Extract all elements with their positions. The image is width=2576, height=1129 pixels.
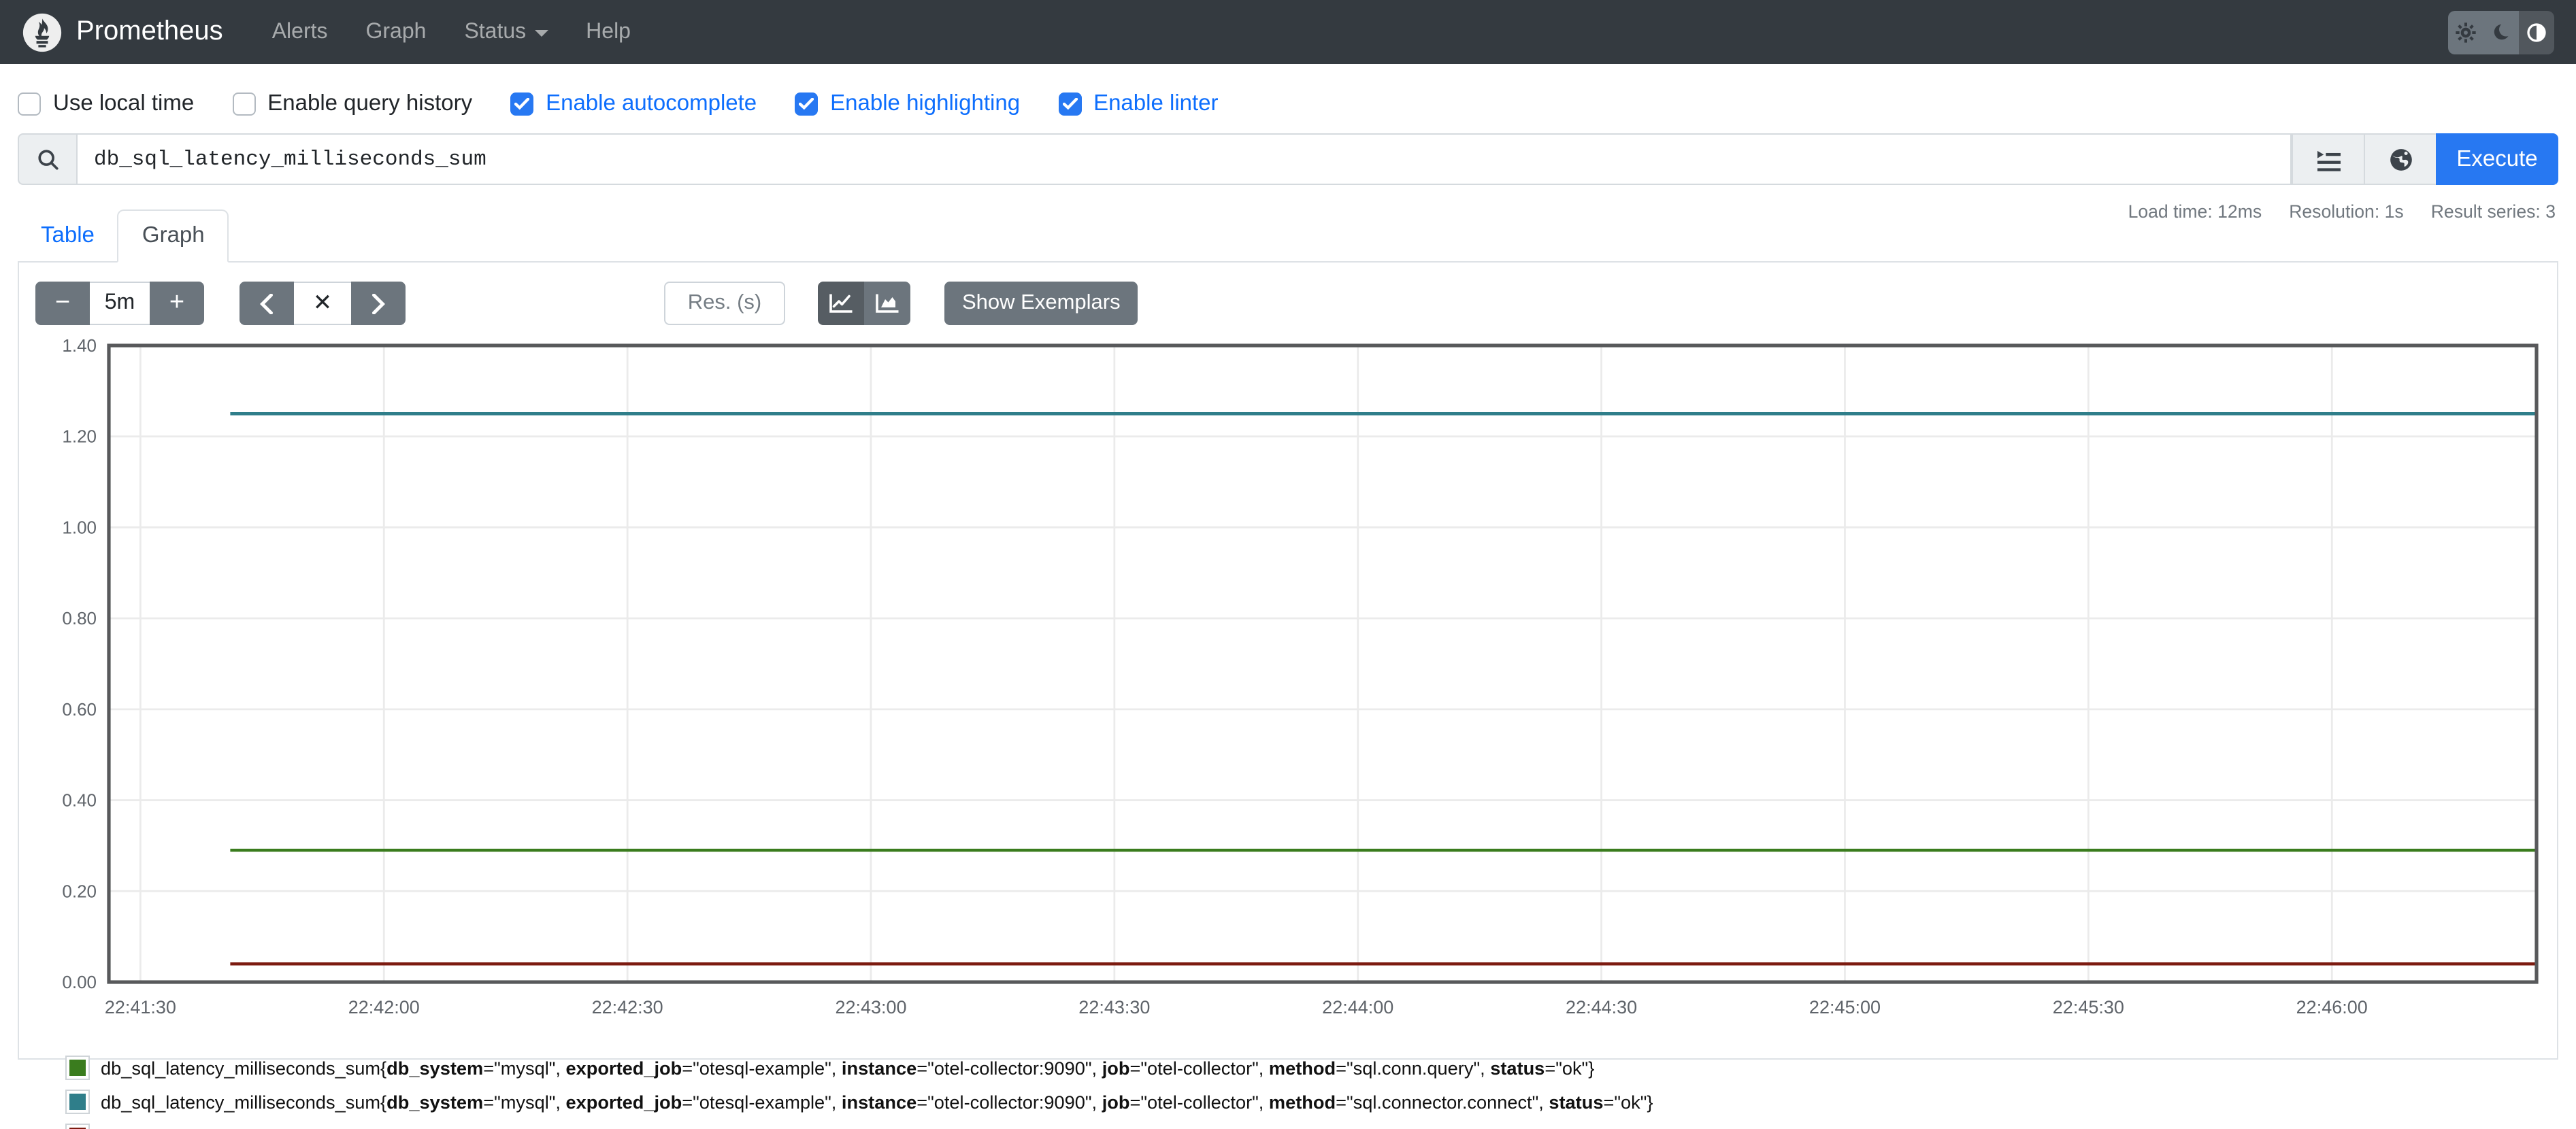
option-enable-linter[interactable]: Enable linter <box>1058 91 1218 117</box>
option-enable-query-history[interactable]: Enable query history <box>232 91 472 117</box>
svg-text:1.00: 1.00 <box>62 517 97 537</box>
chevron-down-icon <box>534 30 548 37</box>
svg-text:22:41:30: 22:41:30 <box>105 997 176 1017</box>
globe-button[interactable] <box>2364 133 2436 185</box>
chevron-right-icon <box>371 293 385 314</box>
prometheus-logo-icon <box>22 12 63 52</box>
checkbox[interactable] <box>795 92 818 116</box>
tab-table[interactable]: Table <box>18 211 118 261</box>
svg-text:22:42:00: 22:42:00 <box>348 997 420 1017</box>
svg-text:22:43:30: 22:43:30 <box>1078 997 1150 1017</box>
prometheus-app: Prometheus Alerts Graph Status Help <box>0 0 2576 1129</box>
svg-text:0.00: 0.00 <box>62 972 97 992</box>
moon-icon <box>2491 22 2511 42</box>
load-time: Load time: 12ms <box>2128 201 2262 222</box>
option-enable-highlighting[interactable]: Enable highlighting <box>795 91 1020 117</box>
range-input[interactable]: 5m <box>90 282 150 325</box>
time-shift-group: ✕ <box>240 282 406 325</box>
legend-swatch <box>65 1056 90 1080</box>
half-circle-icon <box>2526 21 2547 43</box>
legend-item[interactable]: db_sql_latency_milliseconds_sum{db_syste… <box>65 1090 2543 1114</box>
svg-text:0.20: 0.20 <box>62 881 97 901</box>
chevron-left-icon <box>260 293 274 314</box>
clear-time-button[interactable]: ✕ <box>294 282 351 325</box>
decrease-range-button[interactable]: − <box>35 282 90 325</box>
graph-panel: − 5m + ✕ Res. (s) <box>18 263 2558 1060</box>
checkbox[interactable] <box>232 92 255 116</box>
legend-swatch <box>65 1090 90 1114</box>
svg-text:1.40: 1.40 <box>62 339 97 356</box>
graph-controls: − 5m + ✕ Res. (s) <box>35 282 2543 325</box>
option-enable-autocomplete[interactable]: Enable autocomplete <box>510 91 757 117</box>
resolution-input[interactable]: Res. (s) <box>664 282 785 325</box>
metrics-explorer-icon <box>2315 148 2341 171</box>
time-series-chart[interactable]: 0.00 0.20 0.40 0.60 0.80 1.00 1.20 1.40 22:41:30… <box>33 339 2543 1035</box>
search-addon <box>18 133 76 185</box>
svg-text:22:45:00: 22:45:00 <box>1809 997 1881 1017</box>
shift-forward-button[interactable] <box>351 282 406 325</box>
chart-type-toggle <box>818 282 910 325</box>
auto-theme-button[interactable] <box>2519 10 2554 54</box>
svg-text:0.60: 0.60 <box>62 699 97 720</box>
legend-label: db_sql_latency_milliseconds_sum{db_syste… <box>101 1126 1542 1129</box>
sun-icon <box>2455 21 2477 43</box>
result-series: Result series: 3 <box>2431 201 2556 222</box>
stacked-chart-icon <box>875 292 899 314</box>
chart-area[interactable]: 0.00 0.20 0.40 0.60 0.80 1.00 1.20 1.40 22:41:30… <box>33 339 2543 1042</box>
legend-item[interactable]: db_sql_latency_milliseconds_sum{db_syste… <box>65 1056 2543 1080</box>
nav-item-help[interactable]: Help <box>567 9 650 55</box>
range-group: − 5m + <box>35 282 204 325</box>
query-bar: db_sql_latency_milliseconds_sum Execute <box>18 133 2558 185</box>
search-icon <box>36 148 59 171</box>
tab-graph[interactable]: Graph <box>118 209 229 263</box>
query-options-row: Use local time Enable query history Enab… <box>18 78 2558 133</box>
navbar: Prometheus Alerts Graph Status Help <box>0 0 2576 64</box>
stacked-chart-button[interactable] <box>864 282 910 325</box>
checkbox[interactable] <box>18 92 41 116</box>
legend-swatch <box>65 1124 90 1129</box>
line-chart-button[interactable] <box>818 282 864 325</box>
chart-legend: db_sql_latency_milliseconds_sum{db_syste… <box>65 1056 2543 1129</box>
svg-text:22:44:00: 22:44:00 <box>1322 997 1393 1017</box>
option-use-local-time[interactable]: Use local time <box>18 91 194 117</box>
show-exemplars-button[interactable]: Show Exemplars <box>944 282 1138 325</box>
svg-text:22:45:30: 22:45:30 <box>2053 997 2124 1017</box>
theme-toggle-group <box>2448 10 2554 54</box>
svg-text:22:43:00: 22:43:00 <box>835 997 906 1017</box>
checkbox[interactable] <box>510 92 533 116</box>
brand-label: Prometheus <box>76 16 223 48</box>
light-theme-button[interactable] <box>2448 10 2483 54</box>
svg-text:22:46:00: 22:46:00 <box>2296 997 2368 1017</box>
nav-item-alerts[interactable]: Alerts <box>253 9 347 55</box>
legend-label: db_sql_latency_milliseconds_sum{db_syste… <box>101 1092 1653 1112</box>
increase-range-button[interactable]: + <box>150 282 204 325</box>
line-chart-icon <box>829 292 853 314</box>
execute-button[interactable]: Execute <box>2436 133 2558 185</box>
nav-links: Alerts Graph Status Help <box>253 0 650 64</box>
svg-text:0.80: 0.80 <box>62 608 97 628</box>
nav-item-status[interactable]: Status <box>445 9 567 55</box>
tabs-row: Load time: 12ms Resolution: 1s Result se… <box>18 199 2558 263</box>
dark-theme-button[interactable] <box>2483 10 2519 54</box>
checkbox[interactable] <box>1058 92 1081 116</box>
svg-text:22:44:30: 22:44:30 <box>1566 997 1637 1017</box>
shift-back-button[interactable] <box>240 282 294 325</box>
svg-text:1.20: 1.20 <box>62 426 97 447</box>
query-expression-input[interactable]: db_sql_latency_milliseconds_sum <box>76 133 2292 185</box>
nav-item-graph[interactable]: Graph <box>347 9 446 55</box>
legend-label: db_sql_latency_milliseconds_sum{db_syste… <box>101 1058 1594 1078</box>
globe-icon <box>2388 146 2413 172</box>
query-stats: Load time: 12ms Resolution: 1s Result se… <box>2128 201 2556 222</box>
svg-text:0.40: 0.40 <box>62 790 97 811</box>
resolution: Resolution: 1s <box>2289 201 2404 222</box>
brand[interactable]: Prometheus <box>22 12 223 52</box>
metrics-explorer-button[interactable] <box>2292 133 2364 185</box>
svg-text:22:42:30: 22:42:30 <box>592 997 663 1017</box>
legend-item[interactable]: db_sql_latency_milliseconds_sum{db_syste… <box>65 1124 2543 1129</box>
